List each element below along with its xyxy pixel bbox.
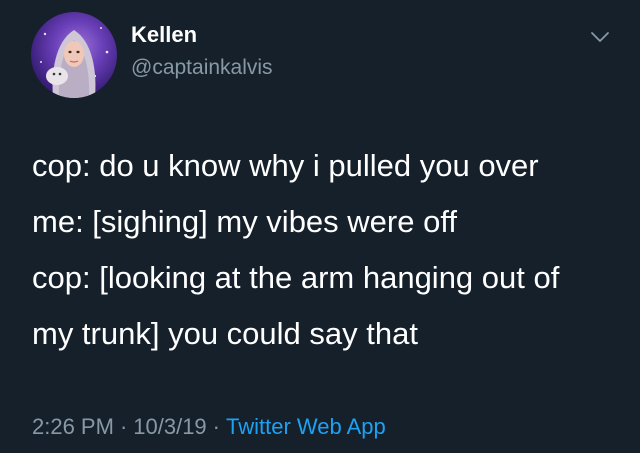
tweet-metadata: 2:26 PM · 10/3/19 · Twitter Web App	[32, 414, 386, 440]
display-name[interactable]: Kellen	[131, 22, 197, 48]
tweet-time[interactable]: 2:26 PM	[32, 414, 114, 439]
avatar-image	[40, 27, 109, 98]
user-handle[interactable]: @captainkalvis	[131, 56, 273, 80]
tweet-line: cop: do u know why i pulled you over	[32, 148, 539, 183]
tweet-source-link[interactable]: Twitter Web App	[226, 414, 386, 439]
avatar[interactable]	[31, 12, 117, 98]
tweet-text: cop: do u know why i pulled you over me:…	[32, 138, 622, 362]
meta-separator: ·	[119, 414, 128, 439]
tweet-line: my trunk] you could say that	[32, 316, 418, 351]
tweet-line: me: [sighing] my vibes were off	[32, 204, 457, 239]
tweet-card: Kellen @captainkalvis cop: do u know why…	[0, 0, 640, 453]
meta-separator: ·	[212, 414, 220, 439]
chevron-down-icon[interactable]	[590, 30, 610, 44]
tweet-date[interactable]: 10/3/19	[133, 414, 206, 439]
tweet-line: cop: [looking at the arm hanging out of	[32, 260, 560, 295]
